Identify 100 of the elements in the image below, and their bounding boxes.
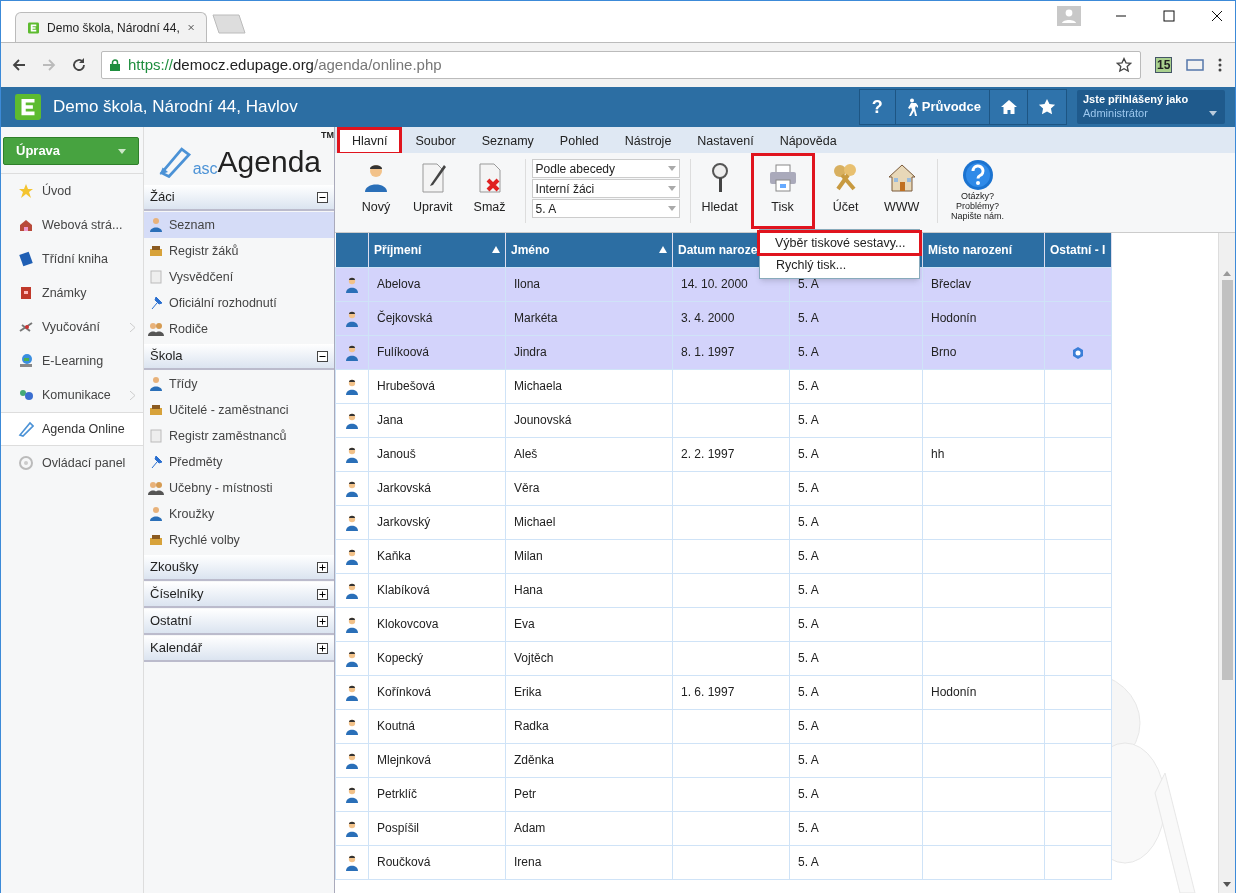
section-header[interactable]: Ostatní [144, 609, 334, 635]
toolbar-button[interactable]: Účet [822, 159, 869, 225]
table-row[interactable]: Jana Jounovská 5. A [335, 403, 1112, 437]
table-row[interactable]: Jarkovský Michael 5. A [335, 505, 1112, 539]
section-item[interactable]: Učebny - místnosti [144, 475, 334, 501]
help-link[interactable]: Otázky? Problémy? Napište nám. [947, 159, 1008, 232]
expand-icon[interactable] [317, 642, 328, 654]
table-row[interactable]: Kaňka Milan 5. A [335, 539, 1112, 573]
collapse-icon[interactable] [317, 191, 328, 203]
section-item[interactable]: Předměty [144, 449, 334, 475]
section-item[interactable]: Oficiální rozhodnutí [144, 290, 334, 316]
table-row[interactable]: Kopecký Vojtěch 5. A [335, 641, 1112, 675]
toolbar-button[interactable]: Smaž [466, 159, 513, 225]
nav-item[interactable]: Známky [1, 276, 143, 310]
table-cell: Michael [505, 505, 673, 539]
more-icon[interactable] [1218, 58, 1223, 72]
star-icon[interactable] [1116, 57, 1132, 73]
menu-tab[interactable]: Nápověda [766, 129, 850, 153]
column-header[interactable]: Jméno [505, 233, 673, 267]
menu-tab[interactable]: Pohled [546, 129, 612, 153]
section-item[interactable]: Učitelé - zaměstnanci [144, 397, 334, 423]
favorites-button[interactable] [1028, 90, 1066, 124]
nav-item[interactable]: Komunikace [1, 378, 143, 412]
guide-button[interactable]: Průvodce [895, 90, 990, 124]
section-item[interactable]: Kroužky [144, 501, 334, 527]
table-row[interactable]: Mlejnková Zděnka 5. A [335, 743, 1112, 777]
browser-tab[interactable]: Demo škola, Národní 44, [15, 12, 207, 42]
table-row[interactable]: Jarkovská Věra 5. A [335, 471, 1112, 505]
expand-icon[interactable] [317, 561, 328, 573]
toolbar-button[interactable]: Hledat [696, 159, 743, 225]
chevron-right-icon [130, 390, 135, 400]
section-header[interactable]: Škola [144, 344, 334, 370]
table-row[interactable]: Janouš Aleš 2. 2. 1997 5. A hh [335, 437, 1112, 471]
section-item[interactable]: Registr zaměstnanců [144, 423, 334, 449]
filter-dropdown[interactable]: Podle abecedy [531, 159, 680, 178]
table-row[interactable]: Pospíšil Adam 5. A [335, 811, 1112, 845]
section-item[interactable]: Seznam [144, 212, 334, 238]
nav-item[interactable]: Třídní kniha [1, 242, 143, 276]
scroll-down-icon[interactable] [1223, 882, 1231, 887]
section-header[interactable]: Zkoušky [144, 555, 334, 581]
section-item[interactable]: Třídy [144, 371, 334, 397]
reload-icon[interactable] [71, 57, 87, 73]
nav-item[interactable]: Webová strá... [1, 208, 143, 242]
menu-tab[interactable]: Seznamy [468, 129, 547, 153]
cast-icon[interactable] [1186, 58, 1205, 72]
section-item[interactable]: Vysvědčení [144, 264, 334, 290]
table-row[interactable]: Roučková Irena 5. A [335, 845, 1112, 879]
toolbar-button[interactable]: WWW [878, 159, 925, 225]
home-button[interactable] [990, 90, 1028, 124]
section-item[interactable]: Rychlé volby [144, 527, 334, 553]
chest-icon [148, 402, 164, 418]
nav-item[interactable]: Úvod [1, 174, 143, 208]
table-cell: Čejkovská [368, 301, 506, 335]
table-cell: 3. 4. 2000 [672, 301, 790, 335]
table-row[interactable]: Čejkovská Markéta 3. 4. 2000 5. A Hodonín [335, 301, 1112, 335]
section-header[interactable]: Žáci [144, 185, 334, 211]
table-row[interactable]: Fulíkoová Jindra 8. 1. 1997 5. A Brno [335, 335, 1112, 369]
table-row[interactable]: Hrubešová Michaela 5. A [335, 369, 1112, 403]
help-button[interactable]: ? [859, 90, 896, 124]
table-row[interactable]: Koutná Radka 5. A [335, 709, 1112, 743]
table-row[interactable]: Petrklíč Petr 5. A [335, 777, 1112, 811]
expand-icon[interactable] [317, 615, 328, 627]
table-cell: Markéta [505, 301, 673, 335]
menu-tab[interactable]: Hlavní [339, 129, 401, 153]
nav-item[interactable]: E-Learning [1, 344, 143, 378]
person-icon [345, 446, 359, 463]
section-header[interactable]: Číselníky [144, 582, 334, 608]
nav-item[interactable]: Ovládací panel [1, 446, 143, 480]
filter-dropdown[interactable]: 5. A [531, 199, 680, 218]
menu-tab[interactable]: Nastavení [684, 129, 767, 153]
menu-tab[interactable]: Soubor [402, 129, 469, 153]
section-item[interactable]: Registr žáků [144, 238, 334, 264]
table-row[interactable]: Kořínková Erika 1. 6. 1997 5. A Hodonín [335, 675, 1112, 709]
table-cell: Jana [368, 403, 506, 437]
toolbar-button[interactable]: Nový [353, 159, 399, 225]
column-header[interactable]: Ostatní - I [1044, 233, 1112, 267]
section-header[interactable]: Kalendář [144, 636, 334, 662]
collapse-icon[interactable] [317, 350, 328, 362]
nav-item[interactable]: Vyučování [1, 310, 143, 344]
column-header[interactable]: Místo narození [922, 233, 1045, 267]
column-header[interactable]: Příjmení [368, 233, 506, 267]
person-icon [345, 820, 359, 837]
table-row[interactable]: Klokovcova Eva 5. A [335, 607, 1112, 641]
close-icon[interactable] [1211, 10, 1223, 22]
toolbar-button[interactable]: Tisk [752, 155, 813, 227]
person-icon [345, 684, 359, 701]
filter-dropdown[interactable]: Interní žáci [531, 179, 680, 198]
app-logo-icon [28, 19, 40, 36]
menu-tab[interactable]: Nástroje [611, 129, 685, 153]
maximize-icon[interactable] [1163, 10, 1175, 22]
toolbar-button[interactable]: Upravit [409, 159, 457, 225]
user-menu[interactable]: Jste přihlášený jako Administrátor [1077, 90, 1225, 124]
extension-badge[interactable]: 15 [1155, 57, 1173, 73]
section-item[interactable]: Rodiče [144, 316, 334, 342]
scrollbar[interactable] [1218, 233, 1235, 893]
table-row[interactable]: Klabíková Hana 5. A [335, 573, 1112, 607]
address-bar[interactable]: https://democz.edupage.org/agenda/online.php [101, 51, 1141, 79]
back-icon[interactable] [11, 57, 27, 73]
expand-icon[interactable] [317, 588, 328, 600]
nav-item[interactable]: Agenda Online [1, 412, 143, 446]
